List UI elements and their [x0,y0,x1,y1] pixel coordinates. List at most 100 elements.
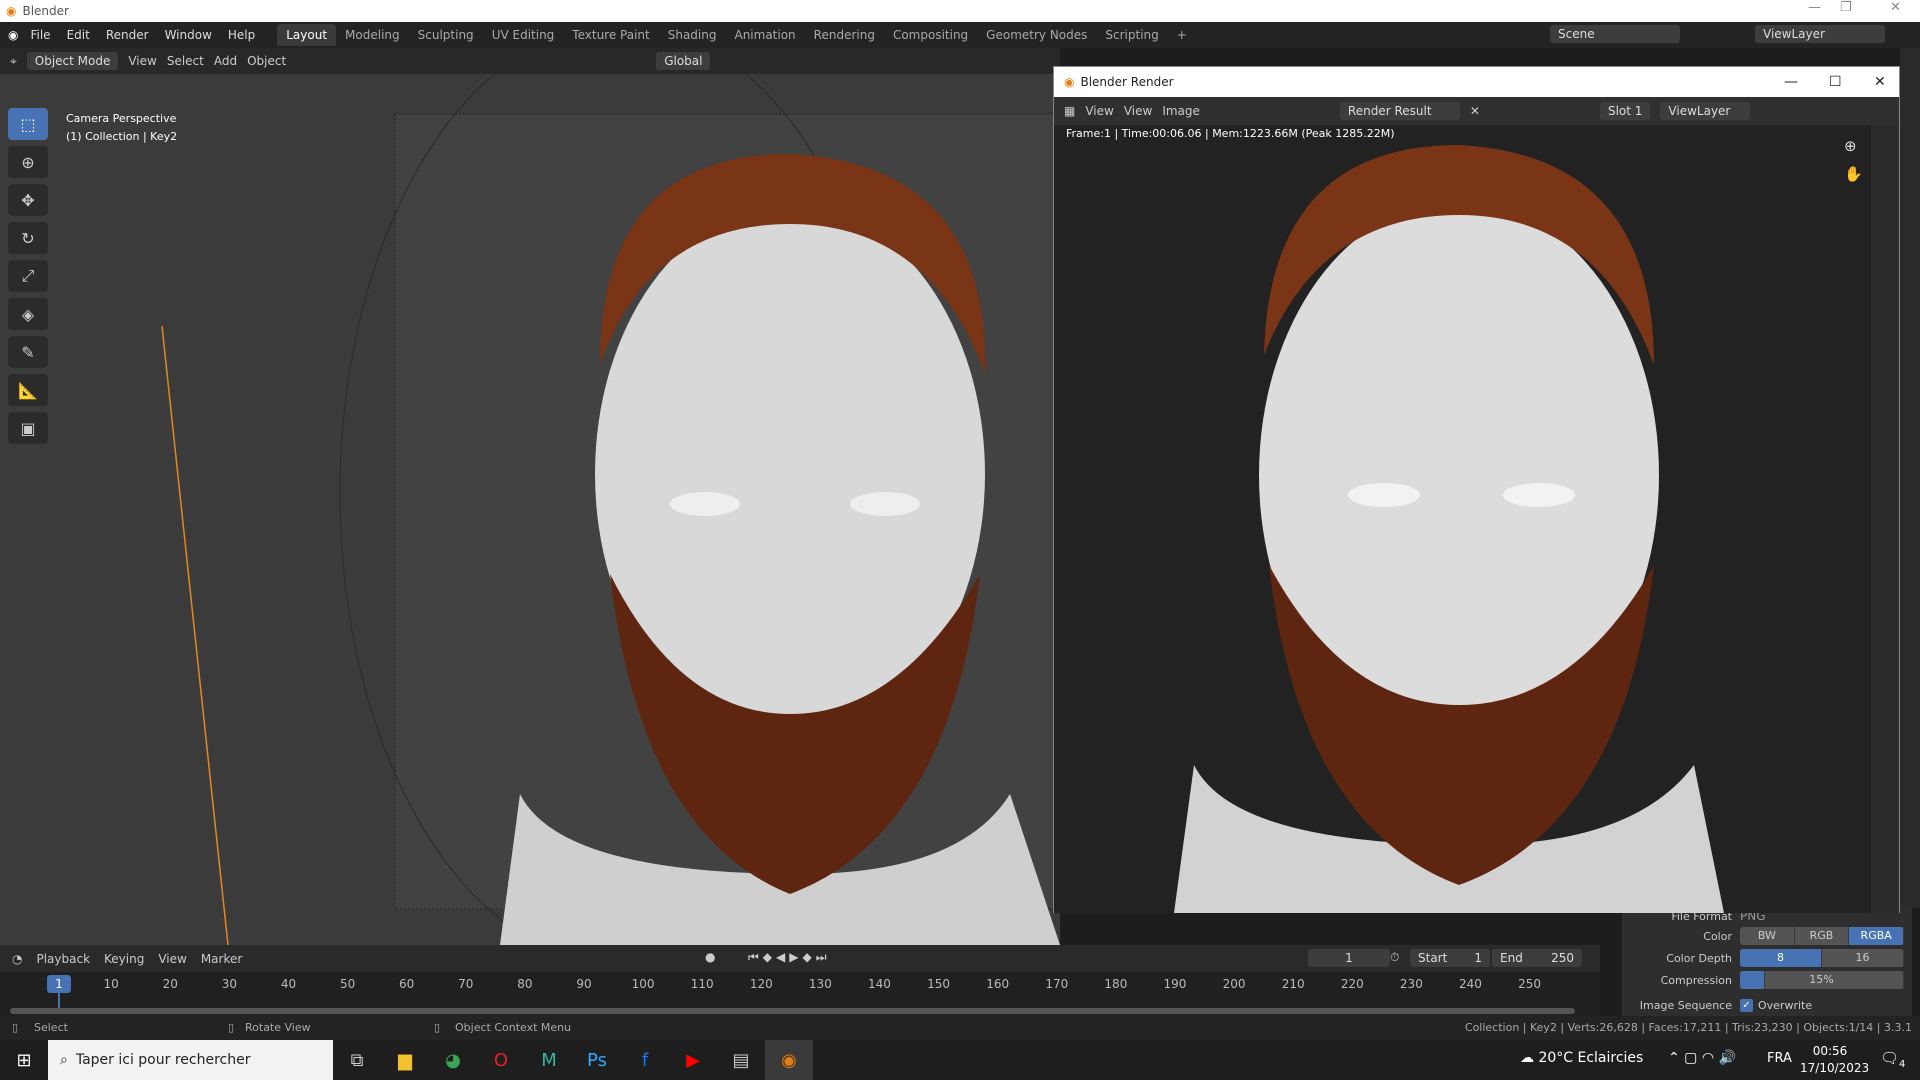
scene-selector[interactable]: Scene [1550,25,1680,43]
orientation-selector[interactable]: Global [656,52,711,70]
weather-widget[interactable]: ☁ 20°C Eclaircies [1520,1050,1643,1066]
blender-taskbar-icon[interactable]: ◉ [765,1040,813,1080]
blender-logo-icon: ◉ [1064,75,1075,89]
compression-slider[interactable]: 15% [1740,971,1904,989]
slot-selector[interactable]: Slot 1 [1599,102,1651,120]
pan-hand-icon[interactable]: ✋ [1844,165,1863,183]
playback-controls[interactable]: ⏮◆◀▶◆⏭ [748,950,831,965]
timeline-ruler[interactable]: 1 10 20 30 40 50 60 70 80 90 100 110 120 130 140 150 16… [0,972,1600,1016]
view-layer-selector[interactable]: ViewLayer [1755,25,1885,43]
menu-view-mode[interactable]: View [1085,104,1113,118]
depth-8-button[interactable]: 8 [1740,949,1822,967]
menu-marker[interactable]: Marker [201,952,242,966]
language-indicator[interactable]: FRA [1767,1051,1792,1066]
menu-view[interactable]: View [158,952,186,966]
menu-view[interactable]: View [128,54,156,68]
scale-tool-icon[interactable]: ⤢ [8,260,48,292]
cursor-tool-icon[interactable]: ⊕ [8,146,48,178]
notification-count: 4 [1899,1059,1906,1070]
restore-button[interactable]: ❐ [1840,0,1852,15]
window-title: Blender [22,4,69,18]
overwrite-checkbox[interactable]: ✓ [1740,998,1753,1012]
frame-tick-label: 30 [221,977,238,991]
menu-add[interactable]: Add [214,54,237,68]
depth-16-button[interactable]: 16 [1822,949,1904,967]
menu-file[interactable]: File [22,28,58,42]
add-workspace-button[interactable]: + [1168,24,1196,46]
render-sidebar-strip[interactable] [1871,125,1899,913]
timeline-header: ◔ Playback Keying View Marker ● ⏮◆◀▶◆⏭ 1… [0,945,1600,972]
notification-icon[interactable]: 🗨4 [1880,1049,1905,1070]
auto-keying-button[interactable]: ● [705,950,715,964]
render-maximize-button[interactable]: ☐ [1829,74,1842,90]
timeline-scrollbar[interactable] [10,1008,1575,1014]
windows-start-icon[interactable]: ⊞ [0,1040,48,1080]
tab-compositing[interactable]: Compositing [884,24,977,46]
playhead[interactable]: 1 [47,975,71,993]
image-selector[interactable]: Render Result [1339,102,1460,120]
menu-help[interactable]: Help [220,28,263,42]
color-rgba-button[interactable]: RGBA [1849,927,1904,945]
menu-window[interactable]: Window [157,28,220,42]
properties-tabs-strip[interactable] [1900,48,1920,908]
maya-icon[interactable]: M [525,1040,573,1080]
frame-tick-label: 40 [280,977,297,991]
task-view-icon[interactable]: ⧉ [333,1040,381,1080]
tab-shading[interactable]: Shading [659,24,726,46]
menu-render[interactable]: Render [98,28,157,42]
current-frame-field[interactable]: 1 [1308,949,1390,967]
menu-image[interactable]: Image [1162,104,1200,118]
zoom-icon[interactable]: ⊕ [1844,137,1857,155]
editor-type-icon[interactable]: ▦ [1064,104,1075,118]
blender-menu-icon[interactable]: ◉ [8,28,22,42]
chrome-icon[interactable]: ◕ [429,1040,477,1080]
end-frame-field[interactable]: End 250 [1492,949,1582,967]
render-result-image[interactable]: Frame:1 | Time:00:06.06 | Mem:1223.66M (… [1054,125,1871,913]
tray-icons[interactable]: ⌃ ▢ ◠ 🔊 [1668,1050,1736,1066]
tab-uv-editing[interactable]: UV Editing [483,24,564,46]
tab-scripting[interactable]: Scripting [1096,24,1167,46]
menu-select[interactable]: Select [167,54,204,68]
menu-object[interactable]: Object [247,54,286,68]
add-cube-tool-icon[interactable]: ▣ [8,412,48,444]
close-button[interactable]: ✕ [1890,0,1901,15]
menu-keying[interactable]: Keying [104,952,144,966]
rotate-tool-icon[interactable]: ↻ [8,222,48,254]
tab-texture-paint[interactable]: Texture Paint [563,24,658,46]
color-bw-button[interactable]: BW [1740,927,1795,945]
tab-rendering[interactable]: Rendering [805,24,884,46]
color-rgb-button[interactable]: RGB [1794,927,1850,945]
system-monitor-icon[interactable]: ▤ [717,1040,765,1080]
photoshop-icon[interactable]: Ps [573,1040,621,1080]
start-frame-field[interactable]: Start 1 [1410,949,1490,967]
taskbar-search[interactable]: ⌕ Taper ici pour rechercher [48,1040,333,1080]
file-explorer-icon[interactable]: ▆ [381,1040,429,1080]
minimize-button[interactable]: — [1808,0,1821,15]
tab-animation[interactable]: Animation [725,24,804,46]
annotate-tool-icon[interactable]: ✎ [8,336,48,368]
editor-type-icon[interactable]: ⌖ [10,54,17,69]
transform-tool-icon[interactable]: ◈ [8,298,48,330]
tab-sculpting[interactable]: Sculpting [409,24,483,46]
3d-viewport[interactable]: Camera Perspective (1) Collection | Key2 [0,74,1060,945]
tab-layout[interactable]: Layout [277,24,337,46]
measure-tool-icon[interactable]: 📐 [8,374,48,406]
youtube-icon[interactable]: ▶ [669,1040,717,1080]
close-image-icon[interactable]: ✕ [1470,104,1480,118]
clock[interactable]: 00:56 17/10/2023 [1800,1043,1869,1077]
mode-selector[interactable]: Object Mode [26,52,119,70]
facebook-icon[interactable]: f [621,1040,669,1080]
render-window: ◉ Blender Render — ☐ ✕ ▦ View View Image… [1053,66,1900,913]
tab-geometry-nodes[interactable]: Geometry Nodes [977,24,1096,46]
timeline-editor-icon[interactable]: ◔ [12,952,22,966]
move-tool-icon[interactable]: ✥ [8,184,48,216]
menu-edit[interactable]: Edit [59,28,98,42]
menu-view[interactable]: View [1124,104,1152,118]
render-view-layer-selector[interactable]: ViewLayer [1660,102,1751,120]
menu-playback[interactable]: Playback [36,952,90,966]
tab-modeling[interactable]: Modeling [336,24,409,46]
opera-icon[interactable]: O [477,1040,525,1080]
render-close-button[interactable]: ✕ [1874,74,1886,90]
select-box-tool-icon[interactable]: ⬚ [8,108,48,140]
render-minimize-button[interactable]: — [1784,74,1798,90]
